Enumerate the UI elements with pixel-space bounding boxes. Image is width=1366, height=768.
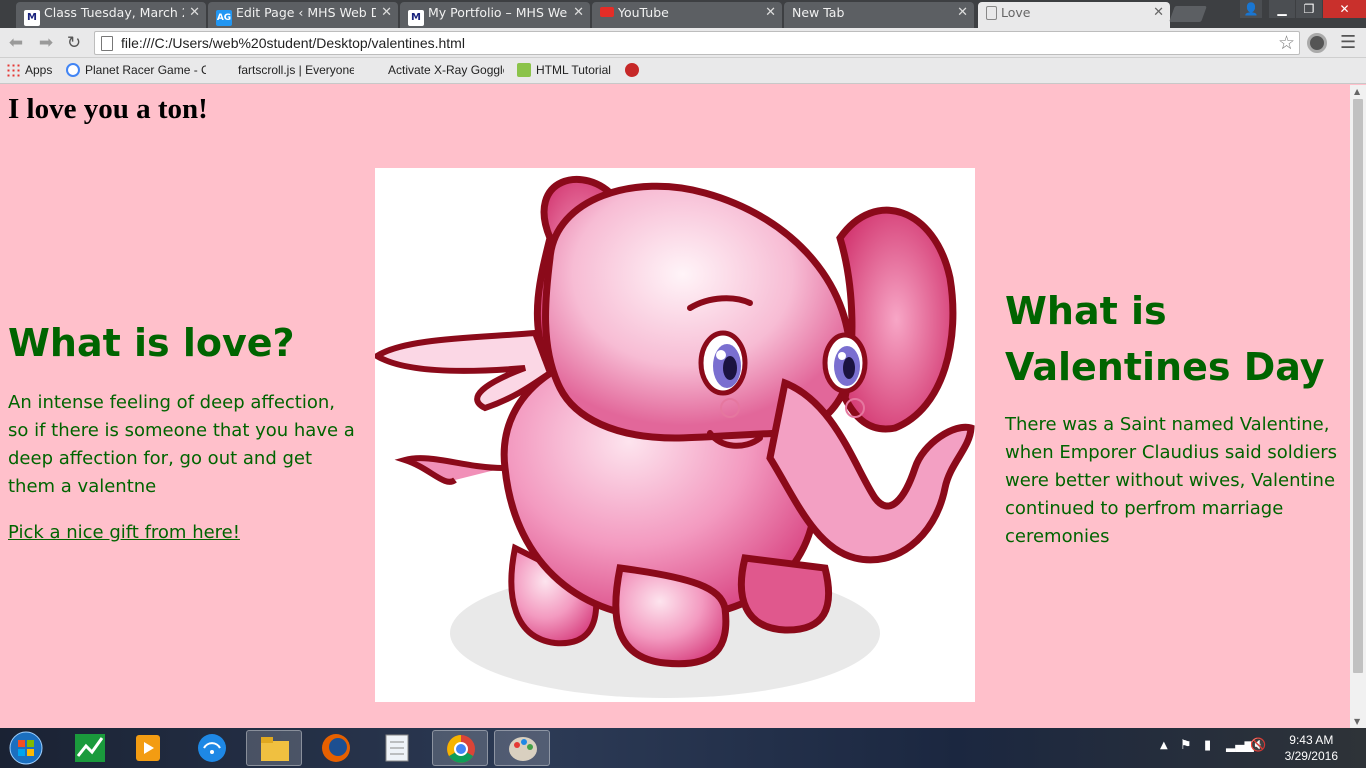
taskbar-app-paint[interactable] xyxy=(494,730,550,766)
show-hidden-icons-icon[interactable]: ▲ xyxy=(1160,740,1168,751)
page-heading: I love you a ton! xyxy=(8,93,208,125)
windows-logo-icon xyxy=(9,731,43,765)
close-tab-icon[interactable]: ✕ xyxy=(381,2,392,24)
left-column: What is love? An intense feeling of deep… xyxy=(8,315,358,547)
battery-icon[interactable]: ▮ xyxy=(1204,738,1211,753)
gift-link[interactable]: Pick a nice gift from here! xyxy=(8,519,240,547)
love-question-heading: What is love? xyxy=(8,321,295,365)
volume-muted-icon[interactable]: 🔇 xyxy=(1250,738,1266,753)
profile-icon[interactable]: 👤 xyxy=(1240,0,1262,18)
bookmark-html-tutorial[interactable]: HTML Tutorial xyxy=(517,62,611,78)
clock[interactable]: 9:43 AM 3/29/2016 xyxy=(1285,732,1338,764)
chart-app-icon xyxy=(75,734,105,762)
system-tray: ▲ ⚑ ▮ ▂▄▆ 🔇 9:43 AM 3/29/2016 xyxy=(1146,728,1366,768)
folder-icon xyxy=(261,737,289,761)
scrollbar-thumb[interactable] xyxy=(1353,99,1363,673)
taskbar-app-firefox[interactable] xyxy=(308,730,364,766)
site-ag-icon: AG xyxy=(216,10,232,26)
scroll-down-arrow-icon[interactable]: ▼ xyxy=(1354,717,1360,726)
w3schools-icon xyxy=(517,63,531,77)
tab-love[interactable]: Love ✕ xyxy=(978,2,1170,28)
firefox-icon xyxy=(322,734,350,762)
vertical-scrollbar[interactable]: ▲ ▼ xyxy=(1350,85,1366,728)
extension-icon[interactable] xyxy=(1307,33,1327,53)
bookmark-xray-goggles[interactable]: Activate X-Ray Goggle xyxy=(369,62,504,78)
scroll-up-arrow-icon[interactable]: ▲ xyxy=(1354,87,1360,96)
taskbar-app-media[interactable] xyxy=(120,730,176,766)
close-tab-icon[interactable]: ✕ xyxy=(765,2,776,24)
close-tab-icon[interactable]: ✕ xyxy=(573,2,584,24)
tab-strip: MClass Tuesday, March 29, 2 ✕ AGEdit Pag… xyxy=(0,0,1366,28)
restore-button[interactable]: ❐ xyxy=(1296,0,1322,18)
taskbar-app-chrome[interactable] xyxy=(432,730,488,766)
tab-youtube[interactable]: YouTube ✕ xyxy=(592,2,782,28)
elephant-illustration xyxy=(371,175,975,698)
site-m-icon: M xyxy=(408,10,424,26)
page-icon xyxy=(986,6,997,20)
taskbar-app-notepad[interactable] xyxy=(370,730,426,766)
media-player-icon xyxy=(136,735,160,761)
bookmark-apps[interactable]: Apps xyxy=(6,62,52,78)
tab-edit-page[interactable]: AGEdit Page ‹ MHS Web Des ✕ xyxy=(208,2,398,28)
menu-icon[interactable]: ☰ xyxy=(1340,32,1356,53)
valentine-paragraph: There was a Saint named Valentine, when … xyxy=(1005,414,1338,547)
address-bar[interactable]: file:///C:/Users/web%20student/Desktop/v… xyxy=(94,31,1300,55)
page-icon xyxy=(101,36,113,51)
apps-grid-icon xyxy=(6,63,20,77)
pink-elephant-image xyxy=(371,168,975,702)
close-tab-icon[interactable]: ✕ xyxy=(957,2,968,24)
blank-page-icon xyxy=(369,63,383,77)
blank-page-icon xyxy=(219,63,233,77)
start-button[interactable] xyxy=(4,730,48,766)
close-tab-icon[interactable]: ✕ xyxy=(189,2,200,24)
taskbar-app-network[interactable] xyxy=(184,730,240,766)
new-tab-button[interactable] xyxy=(1169,6,1207,22)
page-viewport: I love you a ton! What is love? An inten… xyxy=(0,85,1350,728)
paint-palette-icon xyxy=(509,737,537,761)
minimize-button[interactable]: ▁ xyxy=(1269,0,1295,18)
wifi-app-icon xyxy=(198,734,226,762)
close-tab-icon[interactable]: ✕ xyxy=(1153,2,1164,24)
bookmark-star-icon[interactable]: ☆ xyxy=(1278,32,1295,54)
tab-class-tuesday[interactable]: MClass Tuesday, March 29, 2 ✕ xyxy=(16,2,206,28)
forward-button[interactable]: ➡ xyxy=(34,31,58,55)
youtube-icon xyxy=(600,7,614,17)
bookmark-planet-racer[interactable]: Planet Racer Game - C xyxy=(66,62,206,78)
reload-button[interactable]: ↻ xyxy=(62,31,86,55)
right-column: What is Valentines Day There was a Saint… xyxy=(1005,283,1345,551)
google-icon xyxy=(66,63,80,77)
site-m-icon: M xyxy=(24,10,40,26)
windows-taskbar: ▲ ⚑ ▮ ▂▄▆ 🔇 9:43 AM 3/29/2016 xyxy=(0,728,1366,768)
browser-toolbar: ⬅ ➡ ↻ file:///C:/Users/web%20student/Des… xyxy=(0,28,1366,58)
notepad-icon xyxy=(385,734,409,762)
clock-time: 9:43 AM xyxy=(1289,733,1334,747)
love-paragraph: An intense feeling of deep affection, so… xyxy=(8,392,355,497)
clock-date: 3/29/2016 xyxy=(1284,749,1338,763)
valentines-day-heading: What is Valentines Day xyxy=(1005,289,1325,389)
chrome-icon xyxy=(447,735,475,763)
tab-new-tab[interactable]: New Tab ✕ xyxy=(784,2,974,28)
taskbar-app-stocks[interactable] xyxy=(62,730,118,766)
apple-bookmark-icon[interactable] xyxy=(625,63,639,77)
close-window-button[interactable]: ✕ xyxy=(1323,0,1366,18)
back-button[interactable]: ⬅ xyxy=(4,31,28,55)
tab-my-portfolio[interactable]: M My Portfolio – MHS Web I ✕ xyxy=(400,2,590,28)
bookmarks-bar: Apps Planet Racer Game - C fartscroll.js… xyxy=(0,58,1366,84)
bookmark-fartscroll[interactable]: fartscroll.js | Everyone xyxy=(219,62,354,78)
url-text: file:///C:/Users/web%20student/Desktop/v… xyxy=(121,35,465,51)
action-center-flag-icon[interactable]: ⚑ xyxy=(1180,738,1192,753)
taskbar-app-explorer[interactable] xyxy=(246,730,302,766)
